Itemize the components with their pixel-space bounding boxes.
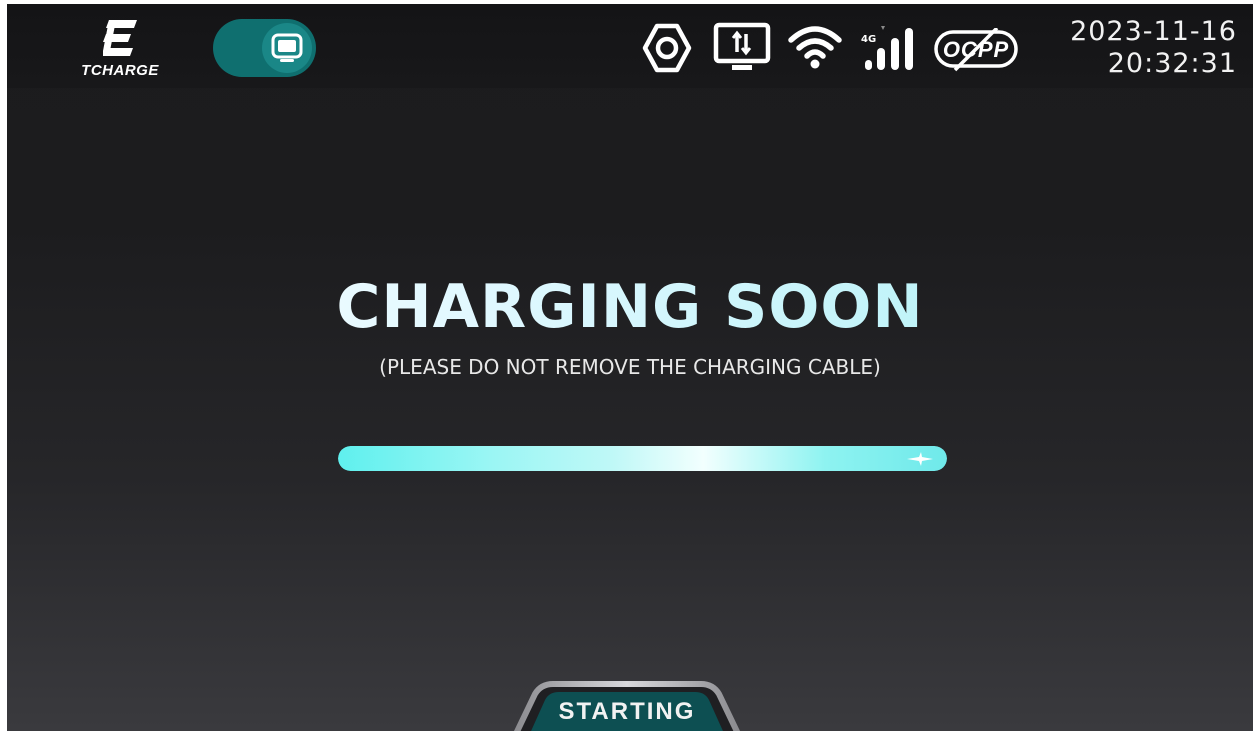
top-status-bar: TCHARGE 4G OCPP 2023-11-16 20:32:31 <box>7 4 1253 88</box>
toggle-knob[interactable] <box>262 23 312 73</box>
brand-name: TCHARGE <box>81 62 159 79</box>
status-title: CHARGING SOON <box>7 272 1253 342</box>
4g-signal-icon[interactable]: 4G <box>861 22 921 74</box>
date-time: 2023-11-16 20:32:31 <box>1070 16 1237 80</box>
date-text: 2023-11-16 <box>1070 16 1237 47</box>
status-subtitle: (PLEASE DO NOT REMOVE THE CHARGING CABLE… <box>379 355 881 379</box>
spark-icon <box>907 452 933 466</box>
screen-transfer-icon[interactable] <box>713 22 771 74</box>
ocpp-disconnected-icon[interactable]: OCPP <box>933 28 1019 72</box>
status-tab-label: STARTING <box>558 698 696 725</box>
time-text: 20:32:31 <box>1107 48 1237 79</box>
charging-progress-bar <box>338 446 947 471</box>
brand-logo: TCHARGE <box>65 18 175 79</box>
monitor-icon <box>271 33 303 62</box>
tcharge-logo-icon <box>103 20 137 56</box>
display-mode-toggle[interactable] <box>213 19 316 77</box>
settings-nut-icon[interactable] <box>641 22 693 74</box>
charger-screen: TCHARGE 4G OCPP 2023-11-16 20:32:31 CHAR… <box>7 4 1253 731</box>
progress-fill <box>338 446 947 471</box>
ocpp-label: OCPP <box>942 37 1010 62</box>
wifi-icon[interactable] <box>787 24 843 70</box>
status-tab: STARTING <box>507 680 747 731</box>
